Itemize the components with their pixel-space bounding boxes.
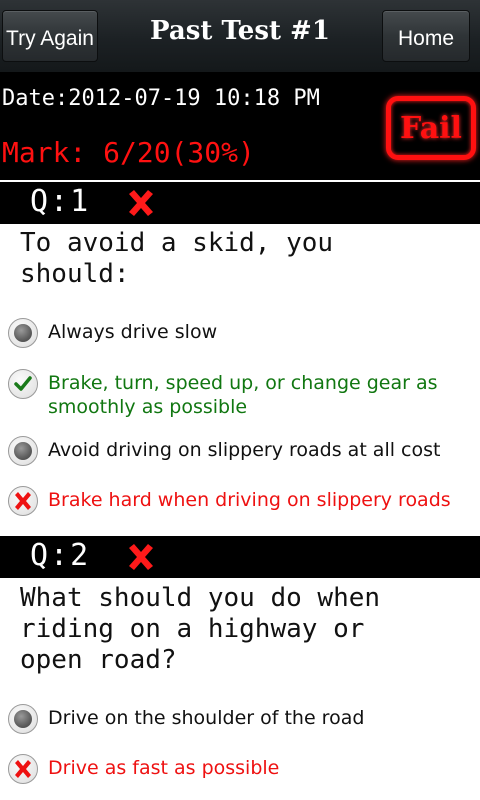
wrong-x-icon <box>15 492 31 510</box>
title-bar: Try Again Past Test #1 Home <box>0 0 480 72</box>
radio-dot-icon <box>14 442 32 460</box>
answer-text: Drive on the shoulder of the road <box>48 707 365 729</box>
question-number: Q:1 <box>30 184 91 219</box>
answer-option[interactable]: Always drive slow <box>8 318 478 358</box>
radio-button[interactable] <box>8 318 38 348</box>
question-header: Q:1 <box>0 182 480 224</box>
wrong-x-icon <box>129 544 153 570</box>
question-number: Q:2 <box>30 538 91 573</box>
answer-text: Always drive slow <box>48 321 218 343</box>
radio-dot-icon <box>14 324 32 342</box>
fail-badge: Fail <box>386 96 476 160</box>
answer-text: Brake hard when driving on slippery road… <box>48 489 451 511</box>
radio-button[interactable] <box>8 754 38 784</box>
checkmark-icon <box>14 376 32 391</box>
answer-option[interactable]: Drive as fast as possible <box>8 754 478 794</box>
question-text: What should you do when riding on a high… <box>20 583 381 675</box>
radio-button[interactable] <box>8 369 38 399</box>
result-panel: Date:2012-07-19 10:18 PM Mark: 6/20(30%)… <box>0 72 480 180</box>
home-button[interactable]: Home <box>382 10 470 62</box>
radio-button[interactable] <box>8 486 38 516</box>
wrong-x-icon <box>15 760 31 778</box>
fail-badge-label: Fail <box>400 110 462 146</box>
answer-text: Avoid driving on slippery roads at all c… <box>48 439 441 461</box>
answer-option[interactable]: Avoid driving on slippery roads at all c… <box>8 436 478 476</box>
answer-option[interactable]: Brake hard when driving on slippery road… <box>8 486 478 526</box>
page-title: Past Test #1 <box>150 16 330 46</box>
question-text: To avoid a skid, you should: <box>20 228 334 289</box>
radio-dot-icon <box>14 710 32 728</box>
answer-option[interactable]: Brake, turn, speed up, or change gear as… <box>8 369 478 421</box>
radio-button[interactable] <box>8 436 38 466</box>
test-mark: Mark: 6/20(30%) <box>2 136 255 169</box>
try-again-button[interactable]: Try Again <box>2 10 98 62</box>
answer-option[interactable]: Drive on the shoulder of the road <box>8 704 478 744</box>
answer-text: Drive as fast as possible <box>48 757 280 779</box>
answer-text: Brake, turn, speed up, or change gear as… <box>48 372 438 418</box>
test-date: Date:2012-07-19 10:18 PM <box>2 86 320 111</box>
radio-button[interactable] <box>8 704 38 734</box>
wrong-x-icon <box>129 190 153 216</box>
question-header: Q:2 <box>0 536 480 578</box>
